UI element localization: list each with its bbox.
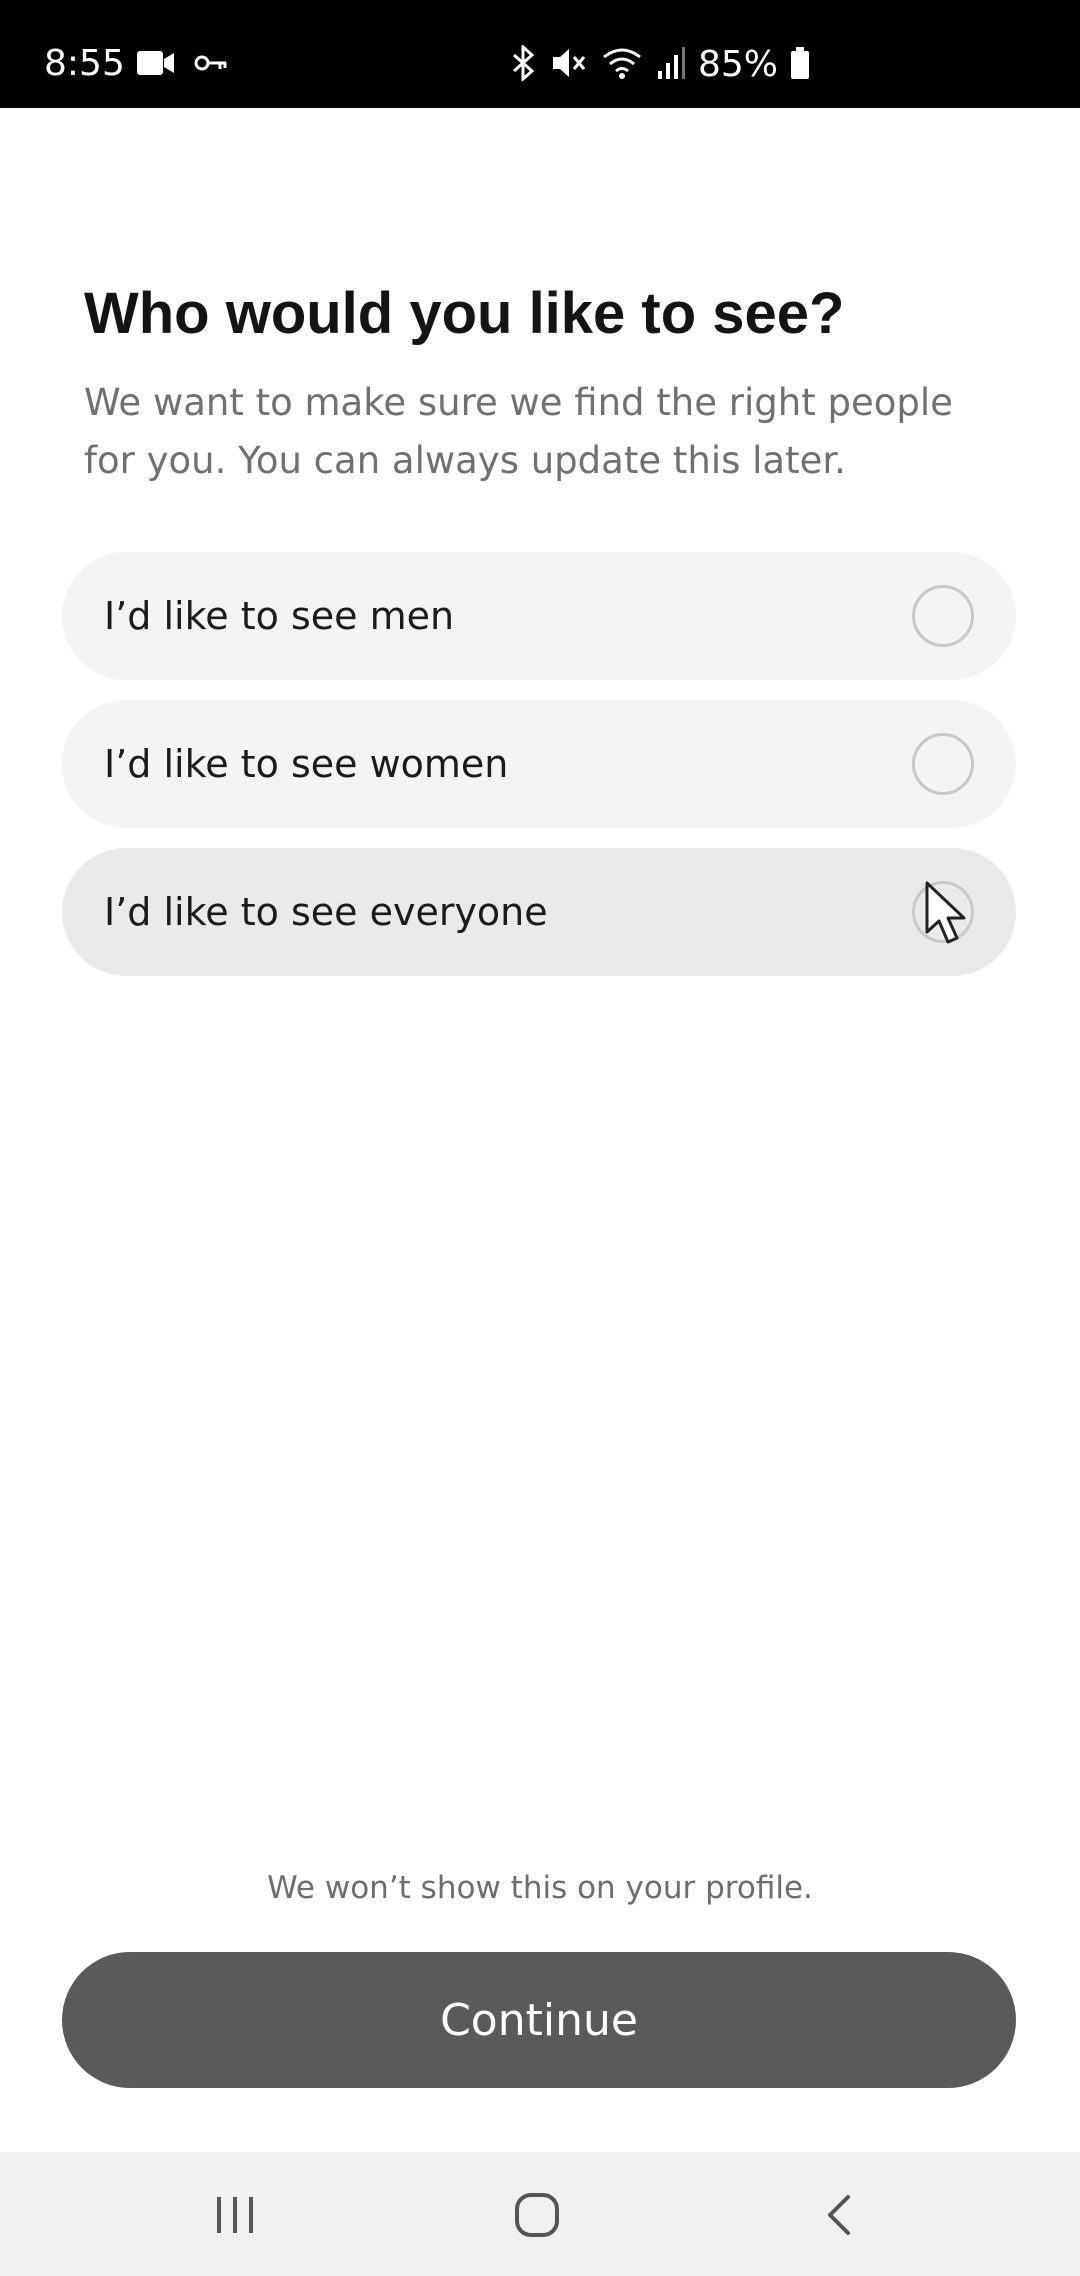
option-women[interactable]: I’d like to see women bbox=[62, 700, 1016, 828]
status-right-icons: 85% bbox=[508, 40, 810, 90]
home-icon bbox=[515, 2193, 559, 2237]
recents-icon bbox=[217, 2197, 253, 2233]
page-subtitle: We want to make sure we find the right p… bbox=[84, 381, 953, 482]
status-time: 8:55 bbox=[44, 43, 125, 84]
back-button[interactable] bbox=[804, 2180, 874, 2250]
recents-button[interactable] bbox=[200, 2180, 270, 2250]
bluetooth-icon bbox=[508, 43, 538, 86]
signal-icon bbox=[656, 45, 686, 86]
profile-visibility-note: We won’t show this on your profile. bbox=[267, 1870, 813, 1906]
mute-icon bbox=[550, 45, 588, 86]
battery-icon bbox=[790, 45, 810, 86]
wifi-icon bbox=[600, 45, 644, 86]
back-icon bbox=[828, 2195, 850, 2235]
page-title: Who would you like to see? bbox=[84, 281, 845, 346]
status-bar: 8:55 85% bbox=[0, 0, 1080, 108]
option-label: I’d like to see everyone bbox=[104, 890, 548, 934]
option-label: I’d like to see men bbox=[104, 594, 455, 638]
continue-button[interactable]: Continue bbox=[62, 1952, 1016, 2088]
mouse-cursor-icon bbox=[925, 881, 966, 944]
option-everyone[interactable]: I’d like to see everyone bbox=[62, 848, 1016, 976]
option-men[interactable]: I’d like to see men bbox=[62, 552, 1016, 680]
video-call-icon bbox=[136, 49, 176, 82]
option-label: I’d like to see women bbox=[104, 742, 509, 786]
key-icon bbox=[194, 53, 228, 78]
battery-percentage: 85% bbox=[698, 44, 779, 85]
radio-button[interactable] bbox=[912, 733, 974, 795]
status-left-icons bbox=[136, 48, 228, 82]
system-nav-bar bbox=[0, 2152, 1080, 2276]
radio-button[interactable] bbox=[912, 585, 974, 647]
home-button[interactable] bbox=[502, 2180, 572, 2250]
